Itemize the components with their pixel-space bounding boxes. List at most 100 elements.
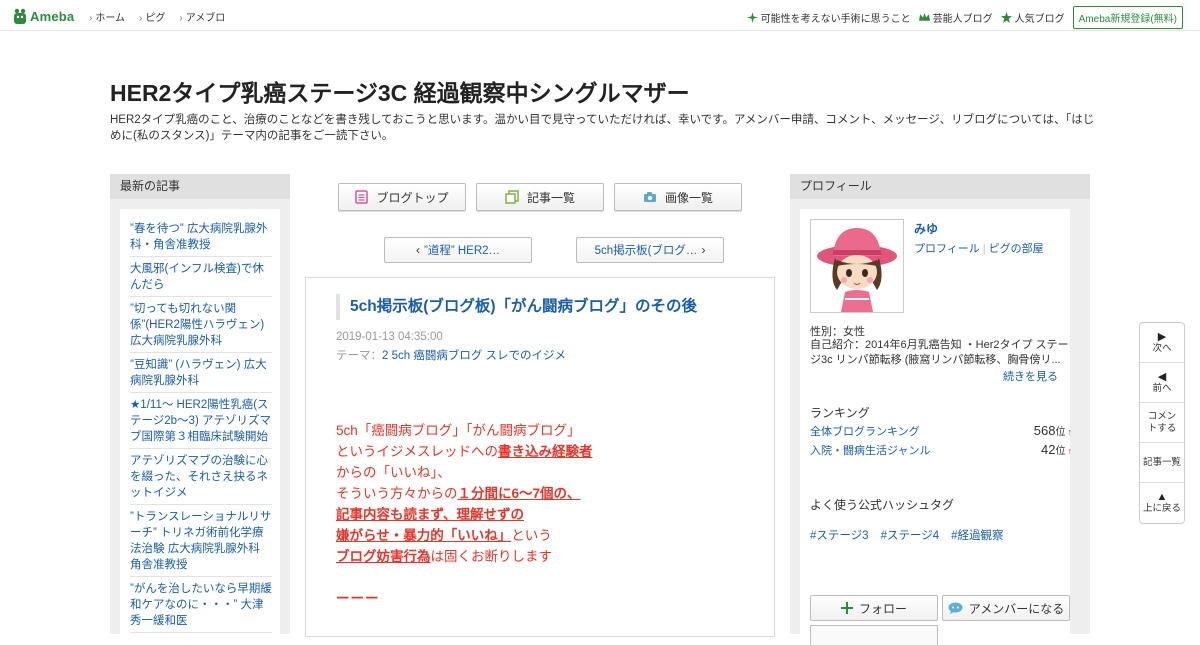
- hashtag-link[interactable]: #経過観察: [951, 527, 1003, 543]
- latest-article-link[interactable]: ★1/11～ HER2陽性乳癌(ステージ2b～3) アテゾリズマブ国際第３相臨床…: [130, 393, 272, 449]
- prev-label: 前へ: [1152, 382, 1172, 394]
- back-to-top-label: 上に戻る: [1142, 503, 1181, 514]
- chevron-left-icon: ‹: [415, 243, 420, 257]
- prev-icon: ◀: [1157, 370, 1167, 383]
- chat-bubble-icon: [948, 602, 963, 614]
- hashtag-link[interactable]: #ステージ4: [881, 527, 940, 543]
- profile-heading: プロフィール: [790, 174, 1090, 199]
- up-icon: ▲: [1156, 491, 1168, 503]
- next-button[interactable]: ▶ 次へ: [1140, 323, 1184, 363]
- crown-icon: [918, 13, 930, 21]
- rank-up-icon: ↑: [1067, 427, 1073, 437]
- ranking-row: 全体ブログランキング 568位 ↑: [810, 423, 1072, 439]
- ranking-label[interactable]: 全体ブログランキング: [810, 423, 920, 439]
- plus-icon: [840, 602, 853, 614]
- rank-number: 568: [1033, 423, 1056, 438]
- body-line: そういう方々からの１分間に6～7個の、: [336, 483, 756, 504]
- article: 5ch掲示板(ブログ板)「がん闘病ブログ」のその後 2019-01-13 04:…: [305, 277, 775, 637]
- hashtag-heading: よく使う公式ハッシュタグ: [810, 498, 955, 512]
- latest-article-link[interactable]: ”がんを治したいなら早期緩和ケアなのに・・・” 大津秀一緩和医: [130, 577, 272, 633]
- body-separator: ーーー: [336, 591, 380, 606]
- body-line: というイジメスレッドへの書き込み経験者: [336, 441, 756, 462]
- back-to-top-button[interactable]: ▲ 上に戻る: [1140, 483, 1184, 523]
- image-list-button[interactable]: 画像一覧: [614, 183, 742, 211]
- pig-room-link[interactable]: ピグの部屋: [989, 243, 1044, 255]
- profile-name[interactable]: みゆ: [914, 220, 938, 237]
- next-article-button[interactable]: 5ch掲示板(ブログ… ›: [576, 237, 724, 263]
- article-list-button[interactable]: 記事一覧: [476, 183, 604, 211]
- sparkle-icon: [746, 12, 758, 23]
- latest-articles-heading: 最新の記事: [110, 174, 290, 199]
- article-body: 5ch「癌闘病ブログ」「がん闘病ブログ」 というイジメスレッドへの書き込み経験者…: [336, 420, 756, 609]
- latest-article-link[interactable]: アテゾリズマブの治験に心を綴った、それさえ抉るネットイジメ: [130, 449, 272, 505]
- avatar[interactable]: [810, 219, 904, 313]
- rank-unit: 位: [1055, 427, 1066, 438]
- latest-article-link[interactable]: ”トランスレーショナルリサーチ” トリネガ術前化学療法治験 広大病院乳腺外科 角…: [130, 505, 272, 577]
- celebrity-blog-label: 芸能人ブログ: [932, 14, 993, 25]
- next-icon: ▶: [1157, 330, 1167, 343]
- ameba-logo-text: Ameba: [30, 8, 75, 24]
- profile-link[interactable]: プロフィール: [914, 243, 980, 255]
- theme-link[interactable]: 2 5ch 癌闘病ブログ スレでのイジメ: [382, 350, 566, 362]
- trend-link[interactable]: 可能性を考えない手術に思うこと: [746, 10, 911, 25]
- amember-button[interactable]: アメンバーになる: [942, 595, 1070, 621]
- prev-button[interactable]: ◀ 前へ: [1140, 363, 1184, 403]
- latest-article-link[interactable]: 大風邪(インフル検査)で休んだら: [130, 257, 272, 297]
- article-list-label: 記事一覧: [526, 190, 575, 205]
- nav-pigg[interactable]: ピグ: [139, 9, 165, 24]
- blog-tabs: ブログトップ 記事一覧 画像一覧: [338, 183, 742, 211]
- latest-articles-list: ”春を待つ” 広大病院乳腺外科・角舎准教授 大風邪(インフル検査)で休んだら ”…: [120, 209, 280, 639]
- latest-article-link[interactable]: ”切っても切れない関係”(HER2陽性ハラヴェン) 広大病院乳腺外科: [130, 297, 272, 353]
- celebrity-blog-link[interactable]: 芸能人ブログ: [918, 10, 993, 25]
- read-more-link[interactable]: 続きを見る: [1003, 368, 1058, 384]
- floating-nav: ▶ 次へ ◀ 前へ コメントする 記事一覧 ▲ 上に戻る: [1139, 322, 1185, 524]
- blog-title[interactable]: HER2タイプ乳癌ステージ3C 経過観察中シングルマザー: [110, 74, 690, 108]
- latest-articles-panel: 最新の記事 ”春を待つ” 広大病院乳腺外科・角舎准教授 大風邪(インフル検査)で…: [110, 174, 290, 639]
- rank-number: 42: [1041, 442, 1056, 457]
- body-emphasis: 嫌がらせ・暴力的「いいね」: [336, 528, 512, 543]
- nav-home[interactable]: ホーム: [89, 9, 125, 24]
- body-text: そういう方々からの: [336, 486, 458, 501]
- profile-intro: 自己紹介：2014年6月乳癌告知 ・Her2タイプ ステージ3c リンパ節転移 …: [810, 339, 1069, 366]
- global-header: Ameba ホーム ピグ アメブロ 可能性を考えない手術に思うこと 芸能人ブログ…: [0, 0, 1200, 31]
- ranking-label[interactable]: 入院・闘病生活ジャンル: [810, 442, 930, 458]
- ameba-logo-icon: [14, 8, 26, 24]
- prev-article-button[interactable]: ‹ ”道程” HER2…: [384, 237, 532, 263]
- body-emphasis: １分間に6～7個の、: [457, 486, 581, 501]
- article-title[interactable]: 5ch掲示板(ブログ板)「がん闘病ブログ」のその後: [336, 294, 756, 320]
- comment-label: コメントする: [1147, 410, 1177, 434]
- nav-ameblo[interactable]: アメブロ: [179, 9, 226, 24]
- popular-blog-link[interactable]: 人気ブログ: [1000, 10, 1065, 25]
- next-label: 次へ: [1152, 342, 1172, 354]
- hashtag-list: #ステージ3 #ステージ4 #経過観察: [810, 527, 1004, 543]
- article-list-side-label: 記事一覧: [1142, 456, 1181, 468]
- blog-top-button[interactable]: ブログトップ: [338, 183, 466, 211]
- ameba-logo[interactable]: Ameba: [13, 6, 74, 26]
- profile-panel: プロフィール みゆ プロフィール | ピグの部屋 性別：女性 自己紹介：2014…: [790, 174, 1090, 645]
- body-emphasis: ブログ妨害行為: [336, 549, 431, 564]
- register-button[interactable]: Ameba新規登録(無料): [1072, 6, 1183, 29]
- latest-article-link[interactable]: ”豆知識” (ハラヴェン) 広大病院乳腺外科: [130, 353, 272, 393]
- latest-article-link[interactable]: ”春を待つ” 広大病院乳腺外科・角舎准教授: [130, 217, 272, 257]
- body-text: というイジメスレッドへの: [336, 444, 498, 459]
- follow-label: フォロー: [858, 601, 907, 616]
- profile-gender: 性別：女性: [810, 326, 865, 338]
- article-date: 2019-01-13 04:35:00: [336, 331, 443, 343]
- amember-label: アメンバーになる: [968, 601, 1065, 616]
- rank-up-icon: ↑: [1067, 446, 1073, 456]
- ranking-value: 42位 ↑: [1041, 442, 1072, 457]
- link-separator: |: [982, 243, 986, 255]
- comment-button[interactable]: コメントする: [1140, 403, 1184, 443]
- ranking-row: 入院・闘病生活ジャンル 42位 ↑: [810, 442, 1072, 458]
- message-button[interactable]: [810, 625, 938, 645]
- follow-button[interactable]: フォロー: [810, 595, 938, 621]
- hashtag-link[interactable]: #ステージ3: [810, 527, 869, 543]
- header-links: 可能性を考えない手術に思うこと 芸能人ブログ 人気ブログ Ameba新規登録(無…: [746, 6, 1183, 29]
- copy-icon: [505, 190, 519, 204]
- popular-blog-label: 人気ブログ: [1014, 14, 1065, 25]
- star-icon: [1000, 12, 1012, 23]
- article-list-side-button[interactable]: 記事一覧: [1140, 443, 1184, 483]
- body-emphasis: 書き込み経験者: [498, 444, 593, 459]
- document-icon: [355, 190, 369, 204]
- camera-icon: [643, 192, 656, 202]
